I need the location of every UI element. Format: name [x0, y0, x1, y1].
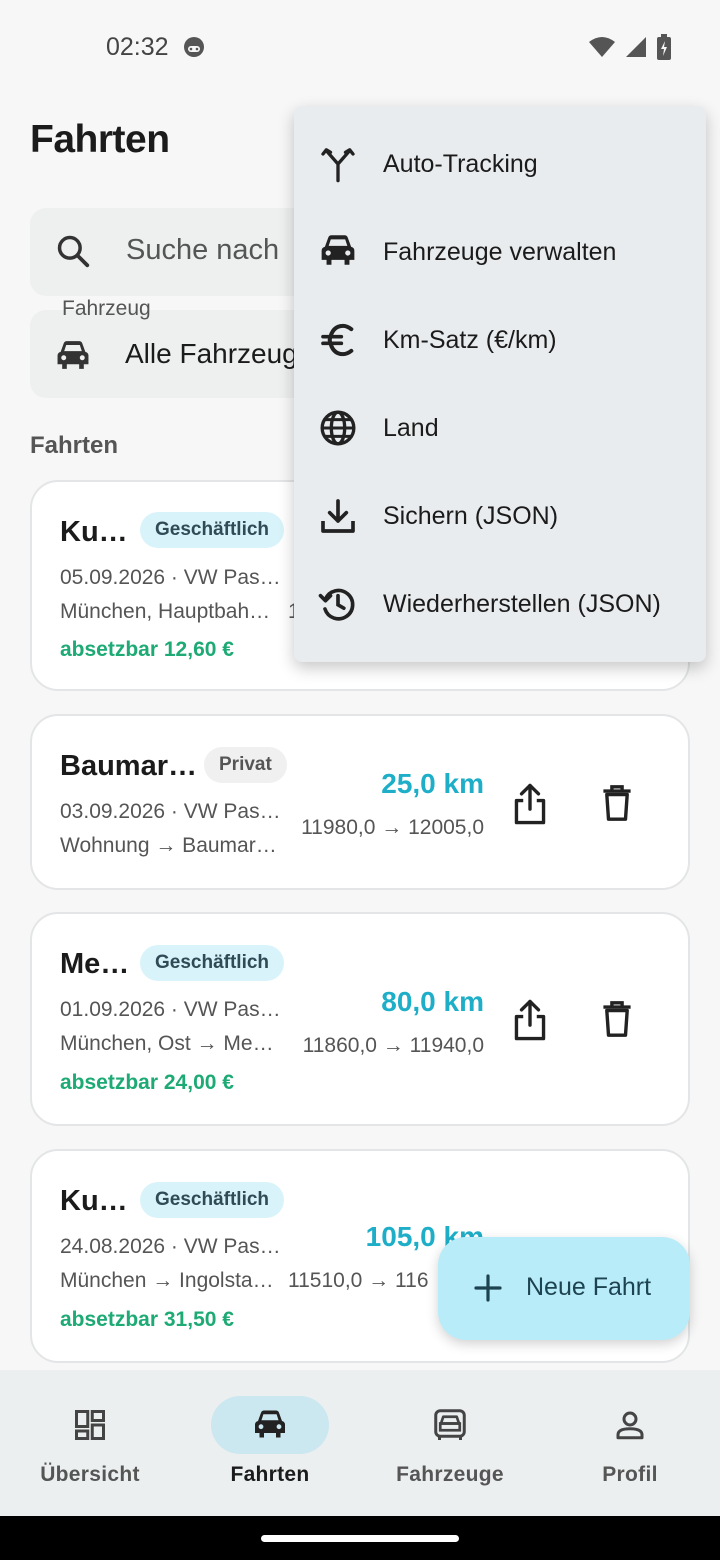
trip-title: Baumar… — [60, 750, 197, 782]
trip-card[interactable]: Me… Geschäftlich 01.09.2026 · VW Pas… Mü… — [30, 912, 690, 1126]
menu-item-label: Sichern (JSON) — [383, 502, 559, 530]
status-bar: 02:32 — [0, 0, 720, 96]
trip-title: Ku… — [60, 1185, 128, 1217]
trip-title: Me… — [60, 948, 130, 980]
battery-charging-icon — [656, 34, 672, 65]
section-title: Fahrten — [30, 432, 119, 459]
nav-item-trips[interactable]: Fahrten — [180, 1370, 360, 1516]
trip-date-vehicle: 24.08.2026 · VW Pas… — [60, 1235, 281, 1258]
trip-odometer: 11980,0 → 12005,0 — [301, 816, 484, 839]
share-icon[interactable] — [511, 998, 549, 1047]
nav-label: Profil — [602, 1463, 658, 1486]
trip-date-vehicle: 03.09.2026 · VW Pas… — [60, 800, 281, 823]
bottom-navigation: Übersicht Fahrten Fahrzeuge Profil — [0, 1370, 720, 1516]
status-time: 02:32 — [106, 33, 169, 61]
nav-label: Fahrzeuge — [396, 1463, 504, 1486]
menu-item-manage-vehicles[interactable]: Fahrzeuge verwalten — [294, 208, 706, 296]
car-icon — [318, 232, 358, 272]
delete-icon[interactable] — [600, 784, 634, 827]
fork-icon — [318, 144, 358, 184]
nav-item-profile[interactable]: Profil — [540, 1370, 720, 1516]
trip-distance: 25,0 km — [381, 768, 484, 799]
gesture-handle[interactable] — [261, 1535, 459, 1542]
menu-item-label: Wiederherstellen (JSON) — [383, 590, 661, 618]
menu-item-label: Land — [383, 414, 439, 442]
trip-title: Ku… — [60, 516, 128, 548]
nav-item-overview[interactable]: Übersicht — [0, 1370, 180, 1516]
menu-item-label: Auto-Tracking — [383, 150, 538, 178]
overflow-menu: Auto-Tracking Fahrzeuge verwalten Km-Sat… — [294, 106, 706, 662]
signal-icon — [624, 35, 648, 64]
menu-item-backup-json[interactable]: Sichern (JSON) — [294, 472, 706, 560]
nav-item-vehicles[interactable]: Fahrzeuge — [360, 1370, 540, 1516]
restore-history-icon — [318, 584, 358, 624]
trip-card[interactable]: Baumar… Privat 03.09.2026 · VW Pas… Wohn… — [30, 714, 690, 890]
globe-icon — [318, 408, 358, 448]
trip-route: München, Hauptbah… — [60, 600, 271, 623]
menu-item-restore-json[interactable]: Wiederherstellen (JSON) — [294, 560, 706, 648]
car-icon — [252, 1407, 288, 1446]
plus-icon — [472, 1272, 504, 1309]
trip-deductible: absetzbar 12,60 € — [60, 638, 234, 661]
category-badge: Geschäftlich — [140, 1182, 285, 1218]
car-icon — [54, 338, 92, 377]
trip-route: München, Ost → Me… — [60, 1032, 274, 1055]
trip-route: Wohnung → Baumar… — [60, 834, 277, 857]
dashboard-icon — [72, 1407, 108, 1448]
search-icon — [54, 232, 92, 275]
trip-route: München → Ingolsta… — [60, 1269, 274, 1292]
menu-item-auto-tracking[interactable]: Auto-Tracking — [294, 120, 706, 208]
menu-item-km-rate[interactable]: Km-Satz (€/km) — [294, 296, 706, 384]
category-badge: Geschäftlich — [140, 945, 285, 981]
notification-face-icon — [182, 35, 206, 64]
nav-label: Übersicht — [40, 1463, 140, 1486]
trip-odometer: 11510,0 → 116 — [288, 1269, 429, 1292]
trip-deductible: absetzbar 24,00 € — [60, 1071, 234, 1094]
vehicle-filter-value: Alle Fahrzeug — [125, 338, 298, 369]
category-badge: Privat — [204, 747, 287, 783]
vehicle-filter-label: Fahrzeug — [62, 297, 151, 320]
page-title: Fahrten — [30, 118, 170, 161]
delete-icon[interactable] — [600, 1000, 634, 1043]
wifi-icon — [588, 35, 616, 64]
search-placeholder: Suche nach — [126, 234, 280, 266]
trip-deductible: absetzbar 31,50 € — [60, 1308, 234, 1331]
trip-date-vehicle: 01.09.2026 · VW Pas… — [60, 998, 281, 1021]
new-trip-label: Neue Fahrt — [526, 1273, 652, 1301]
nav-label: Fahrten — [230, 1463, 310, 1486]
new-trip-button[interactable]: Neue Fahrt — [438, 1237, 690, 1340]
vehicle-front-icon — [432, 1407, 468, 1448]
trip-distance: 80,0 km — [381, 986, 484, 1017]
trip-odometer: 11860,0 → 11940,0 — [302, 1034, 484, 1057]
menu-item-label: Fahrzeuge verwalten — [383, 238, 617, 266]
category-badge: Geschäftlich — [140, 512, 285, 548]
download-icon — [318, 496, 358, 536]
menu-item-label: Km-Satz (€/km) — [383, 326, 557, 354]
trip-date-vehicle: 05.09.2026 · VW Pas… — [60, 566, 281, 589]
euro-icon — [318, 320, 358, 360]
menu-item-country[interactable]: Land — [294, 384, 706, 472]
person-icon — [612, 1407, 648, 1448]
share-icon[interactable] — [511, 782, 549, 831]
